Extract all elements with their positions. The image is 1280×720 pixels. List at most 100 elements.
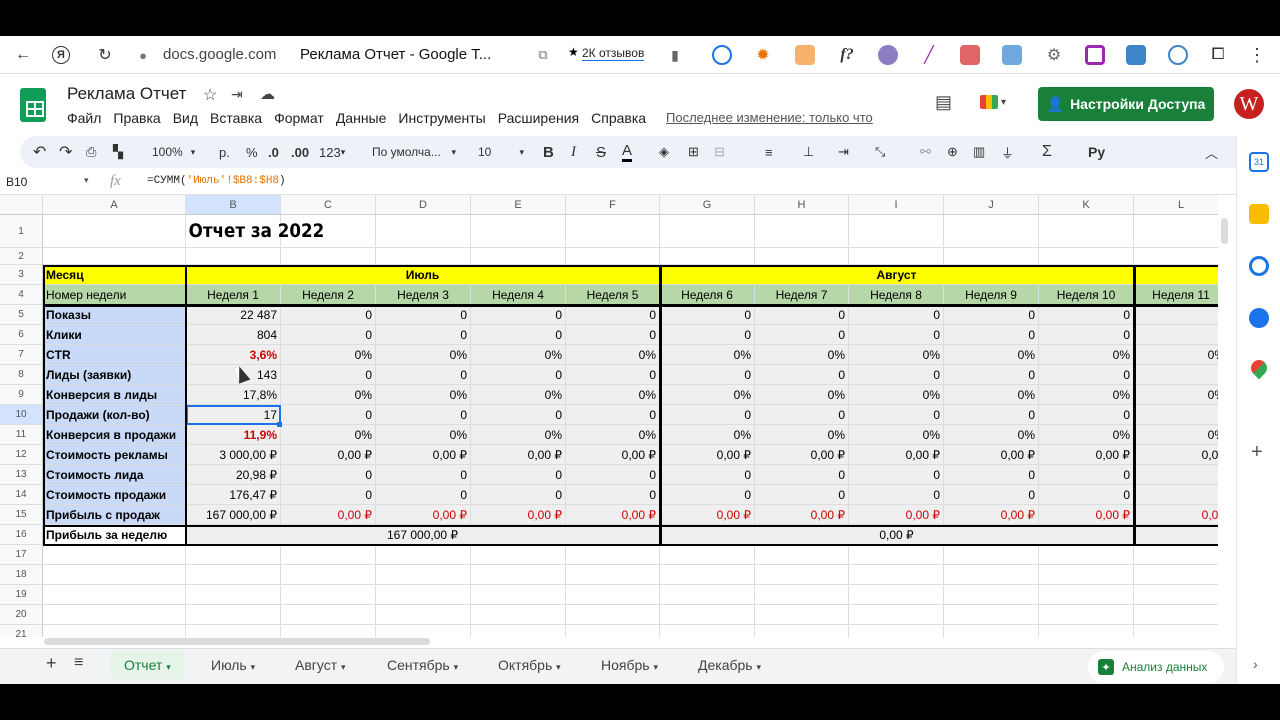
number-format-select[interactable]: 123 ▾ [319,142,345,162]
data-cell[interactable]: 0 [660,465,755,485]
data-cell[interactable]: 0 [1039,305,1134,325]
cell[interactable] [1039,625,1134,637]
column-header[interactable]: L [1134,195,1218,215]
data-cell[interactable] [1134,305,1218,325]
row-header[interactable]: 15 [0,505,43,525]
borders-icon[interactable]: ⊞ [688,142,699,162]
name-box[interactable]: B10 [6,175,27,189]
cell[interactable] [186,585,281,605]
sheets-logo[interactable] [20,88,46,122]
data-cell[interactable]: 0 [755,325,849,345]
text-color-button[interactable]: A [622,142,633,162]
align-vertical-icon[interactable]: ⊥ [803,142,814,162]
data-cell[interactable]: 0,00 ₽ [376,505,471,525]
data-cell[interactable]: 0% [281,385,376,405]
column-header[interactable]: G [660,195,755,215]
data-cell[interactable]: 0 [1039,325,1134,345]
data-cell[interactable]: 0% [281,425,376,445]
cell[interactable] [1039,605,1134,625]
cell[interactable] [1134,585,1218,605]
ext-window-icon[interactable] [1002,45,1022,65]
column-header[interactable]: K [1039,195,1134,215]
strikethrough-button[interactable]: S [596,142,606,162]
cell[interactable] [281,565,376,585]
row-header[interactable]: 9 [0,385,43,405]
cell[interactable] [849,605,944,625]
data-cell[interactable]: 0 [566,405,660,425]
column-header[interactable]: B [186,195,281,215]
row-header[interactable]: 17 [0,545,43,565]
row-header[interactable]: 14 [0,485,43,505]
data-cell[interactable]: 17,8% [186,385,281,405]
row-header[interactable]: 16 [0,525,43,545]
data-cell[interactable]: 0% [376,345,471,365]
comments-icon[interactable]: ▤ [935,92,952,113]
cell[interactable] [376,605,471,625]
cell[interactable] [43,625,186,637]
extensions-puzzle-icon[interactable]: ⧠ [1207,44,1229,66]
data-cell[interactable]: 0 [660,485,755,505]
cell[interactable] [849,545,944,565]
insert-chart-icon[interactable]: ▥ [973,142,985,162]
ext-clock-icon[interactable] [712,45,732,65]
cell[interactable] [1134,215,1218,248]
add-addon-icon[interactable]: + [1251,441,1263,464]
data-cell[interactable]: 0,00 ₽ [281,505,376,525]
data-cell[interactable]: 0 [1039,365,1134,385]
cell[interactable] [471,585,566,605]
cell[interactable] [1039,545,1134,565]
column-header[interactable]: D [376,195,471,215]
cell[interactable] [43,605,186,625]
data-cell[interactable]: 0% [566,345,660,365]
data-cell[interactable]: 0% [944,385,1039,405]
menu-insert[interactable]: Вставка [210,110,262,126]
data-cell[interactable]: 0% [471,385,566,405]
last-edit-link[interactable]: Последнее изменение: только что [666,110,873,125]
ext-eye-icon[interactable] [1168,45,1188,65]
paint-format-icon[interactable]: ▚ [113,142,123,162]
ext-square-icon[interactable] [1085,45,1105,65]
data-cell[interactable]: 0 [281,365,376,385]
row-header[interactable]: 12 [0,445,43,465]
cell[interactable] [566,545,660,565]
bold-button[interactable]: B [543,142,554,162]
cell[interactable] [376,215,471,248]
data-cell[interactable]: 0 [281,465,376,485]
row-header[interactable]: 2 [0,248,43,265]
data-cell[interactable]: 0% [1134,385,1218,405]
cell[interactable] [944,565,1039,585]
data-cell[interactable]: 0% [755,425,849,445]
data-cell[interactable]: 0,00 [1134,445,1218,465]
align-horizontal-icon[interactable]: ≡ [765,142,773,162]
back-arrow-icon[interactable]: ← [12,44,34,66]
row-header[interactable]: 13 [0,465,43,485]
chevron-right-icon[interactable]: › [1253,656,1258,672]
share-button[interactable]: 👤 Настройки Доступа [1038,87,1214,121]
meet-button[interactable]: ▾ [980,88,1024,116]
data-cell[interactable]: 0 [849,325,944,345]
undo-icon[interactable]: ↶ [33,142,46,162]
data-cell[interactable]: 0 [471,465,566,485]
cell[interactable] [1134,605,1218,625]
yandex-icon[interactable]: Я [52,46,70,64]
data-cell[interactable] [1134,365,1218,385]
cell[interactable] [944,585,1039,605]
ext-formula-icon[interactable]: f? [836,44,858,66]
cell[interactable] [944,625,1039,637]
cell[interactable] [471,605,566,625]
data-cell[interactable]: 0 [660,365,755,385]
row-header[interactable]: 18 [0,565,43,585]
data-cell[interactable]: 0 [566,485,660,505]
cell[interactable] [43,565,186,585]
document-title[interactable]: Реклама Отчет [67,84,186,104]
data-cell[interactable]: 0,00 ₽ [566,505,660,525]
data-cell[interactable]: 0,00 [1134,505,1218,525]
data-cell[interactable]: 0 [755,305,849,325]
cell[interactable] [566,215,660,248]
cell[interactable] [281,625,376,637]
cell[interactable] [281,248,376,265]
cell[interactable] [566,625,660,637]
data-cell[interactable]: 0% [944,425,1039,445]
copy-link-icon[interactable]: ⧉ [532,44,554,66]
cell[interactable] [376,248,471,265]
